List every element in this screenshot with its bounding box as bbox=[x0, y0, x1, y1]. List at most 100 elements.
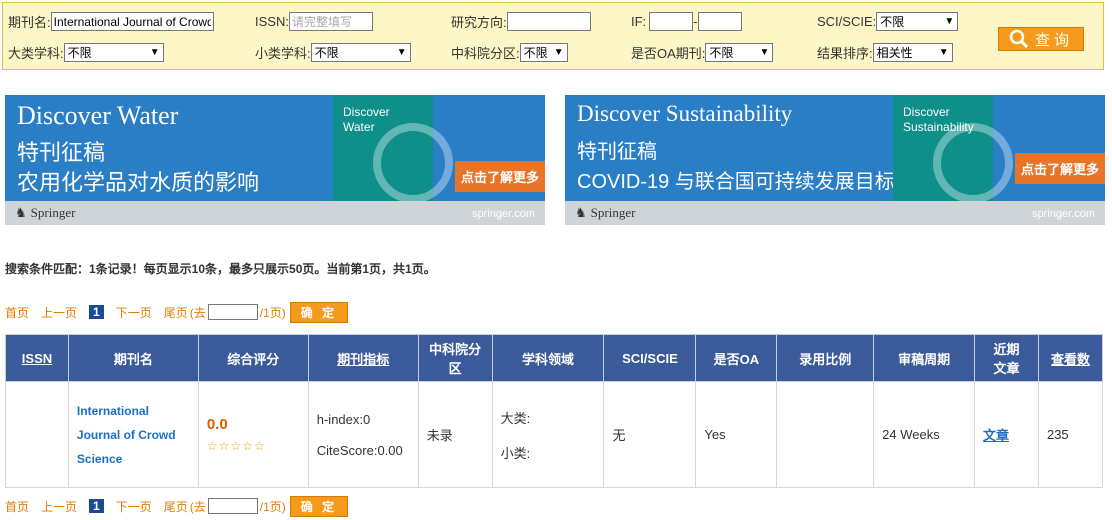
journal-field: 期刊名: bbox=[8, 12, 214, 31]
chevron-down-icon: ▼ bbox=[149, 47, 160, 58]
cas-label: 中科院分区: bbox=[451, 46, 520, 61]
cell-field: 大类: 小类: bbox=[491, 381, 605, 488]
col-cas: 中科院分区 bbox=[417, 334, 493, 382]
ad-footer-band bbox=[565, 201, 1105, 225]
current-page: 1 bbox=[89, 305, 104, 319]
chevron-down-icon: ▼ bbox=[396, 47, 407, 58]
sort-select[interactable]: 相关性 ▼ bbox=[872, 43, 953, 62]
learn-more-button[interactable]: 点击了解更多 bbox=[1015, 153, 1105, 184]
table-row: International Journal of Crowd Science 0… bbox=[5, 381, 1104, 488]
score-value: 0.0 bbox=[206, 416, 228, 433]
cas-select-value: 不限 bbox=[523, 46, 548, 60]
goto-prefix: (去 bbox=[189, 305, 206, 320]
sci-select-value: 不限 bbox=[880, 15, 905, 29]
chevron-down-icon: ▼ bbox=[759, 47, 770, 58]
issn-input[interactable] bbox=[288, 12, 373, 31]
cell-cycle: 24 Weeks bbox=[873, 381, 976, 488]
sort-select-value: 相关性 bbox=[876, 46, 913, 60]
cas-field: 中科院分区: 不限 ▼ bbox=[451, 43, 568, 62]
learn-more-button[interactable]: 点击了解更多 bbox=[455, 161, 545, 192]
ad-banner-sustainability[interactable]: Discover Sustainability 特刊征稿 COVID-19 与联… bbox=[565, 95, 1105, 225]
springer-url: springer.com bbox=[472, 208, 535, 220]
sort-label: 结果排序: bbox=[817, 46, 873, 61]
minor-select[interactable]: 不限 ▼ bbox=[310, 43, 411, 62]
sort-field: 结果排序: 相关性 ▼ bbox=[817, 43, 953, 62]
oa-label: 是否OA期刊: bbox=[631, 46, 706, 61]
goto-confirm-button[interactable]: 确 定 bbox=[289, 301, 349, 323]
chevron-down-icon: ▼ bbox=[938, 47, 949, 58]
chevron-down-icon: ▼ bbox=[944, 16, 955, 27]
goto-suffix: /1页) bbox=[259, 305, 286, 320]
search-panel: 期刊名: ISSN: 研究方向: IF: - SCI/SCIE: 不限 ▼ 大类学… bbox=[2, 2, 1104, 70]
sci-select[interactable]: 不限 ▼ bbox=[876, 12, 959, 31]
if-min-input[interactable] bbox=[649, 12, 694, 31]
major-select[interactable]: 不限 ▼ bbox=[63, 43, 164, 62]
goto-page-input[interactable] bbox=[207, 304, 258, 320]
oa-select[interactable]: 不限 ▼ bbox=[705, 43, 774, 62]
cell-ratio bbox=[776, 381, 875, 488]
journal-cover-image: Discover Sustainability bbox=[893, 95, 1013, 203]
cell-metrics: h-index:0 CiteScore:0.00 bbox=[307, 381, 419, 488]
major-label: 大类学科: bbox=[8, 46, 64, 61]
journal-name-link[interactable]: International Journal of Crowd Science bbox=[77, 399, 190, 471]
sci-label: SCI/SCIE: bbox=[817, 14, 877, 29]
col-field: 学科领域 bbox=[491, 334, 605, 382]
cell-issn bbox=[5, 381, 69, 488]
springer-brand: Springer bbox=[30, 205, 76, 220]
minor-field-value: 小类: bbox=[500, 445, 531, 461]
cell-name: International Journal of Crowd Science bbox=[67, 381, 199, 488]
result-summary: 搜索条件匹配：1条记录！每页显示10条，最多只展示50页。当前第1页，共1页。 bbox=[5, 262, 436, 276]
col-name: 期刊名 bbox=[67, 334, 199, 382]
major-field: 大类学科: 不限 ▼ bbox=[8, 43, 164, 62]
journal-cover-image: Discover Water bbox=[333, 95, 453, 203]
last-page-link[interactable]: 尾页 bbox=[164, 304, 188, 321]
minor-label: 小类学科: bbox=[255, 46, 311, 61]
col-issn[interactable]: ISSN bbox=[5, 334, 69, 382]
search-button[interactable]: 查询 bbox=[998, 27, 1084, 51]
col-score: 综合评分 bbox=[197, 334, 309, 382]
col-metrics[interactable]: 期刊指标 bbox=[307, 334, 419, 382]
prev-page-link[interactable]: 上一页 bbox=[41, 304, 77, 321]
goto-confirm-button[interactable]: 确 定 bbox=[289, 495, 349, 517]
sci-field: SCI/SCIE: 不限 ▼ bbox=[817, 12, 959, 31]
citescore: CiteScore:0.00 bbox=[316, 442, 403, 458]
issn-field: ISSN: bbox=[255, 12, 373, 31]
springer-url: springer.com bbox=[1032, 208, 1095, 220]
if-field: IF: - bbox=[631, 12, 742, 31]
cas-select[interactable]: 不限 ▼ bbox=[519, 43, 568, 62]
ad-title: Discover Water bbox=[17, 101, 179, 130]
current-page: 1 bbox=[89, 499, 104, 513]
cell-views: 235 bbox=[1037, 381, 1104, 488]
ad-banner-water[interactable]: Discover Water 特刊征稿 农用化学品对水质的影响 Discover… bbox=[5, 95, 545, 225]
oa-select-value: 不限 bbox=[709, 46, 734, 60]
springer-horse-icon: ♞ bbox=[575, 205, 587, 220]
if-label: IF: bbox=[631, 14, 647, 29]
col-ratio: 录用比例 bbox=[776, 334, 875, 382]
next-page-link[interactable]: 下一页 bbox=[116, 304, 152, 321]
articles-link[interactable]: 文章 bbox=[983, 428, 1009, 443]
cover-title: Discover Water bbox=[343, 105, 390, 134]
journal-input[interactable] bbox=[50, 12, 214, 31]
if-max-input[interactable] bbox=[697, 12, 742, 31]
direction-input[interactable] bbox=[506, 12, 591, 31]
cover-ring-graphic bbox=[373, 123, 453, 203]
first-page-link[interactable]: 首页 bbox=[5, 304, 29, 321]
chevron-down-icon: ▼ bbox=[553, 47, 564, 58]
cell-sci: 无 bbox=[603, 381, 697, 488]
col-views[interactable]: 查看数 bbox=[1037, 334, 1104, 382]
search-icon bbox=[1009, 29, 1029, 49]
minor-select-value: 不限 bbox=[314, 46, 339, 60]
ad-line2: 农用化学品对水质的影响 bbox=[17, 170, 260, 195]
springer-logo: ♞ Springer bbox=[575, 205, 635, 221]
springer-logo: ♞ Springer bbox=[15, 205, 75, 221]
star-rating: ☆☆☆☆☆ bbox=[206, 439, 266, 453]
issn-label: ISSN: bbox=[255, 14, 289, 29]
springer-horse-icon: ♞ bbox=[15, 205, 27, 220]
ad-title: Discover Sustainability bbox=[577, 101, 793, 126]
table-header-row: ISSN 期刊名 综合评分 期刊指标 中科院分区 学科领域 SCI/SCIE 是… bbox=[5, 334, 1104, 382]
ad-line2: COVID-19 与联合国可持续发展目标 bbox=[577, 171, 895, 193]
springer-brand: Springer bbox=[590, 205, 636, 220]
col-articles: 近期文章 bbox=[974, 334, 1039, 382]
direction-field: 研究方向: bbox=[451, 12, 591, 31]
direction-label: 研究方向: bbox=[451, 15, 507, 30]
